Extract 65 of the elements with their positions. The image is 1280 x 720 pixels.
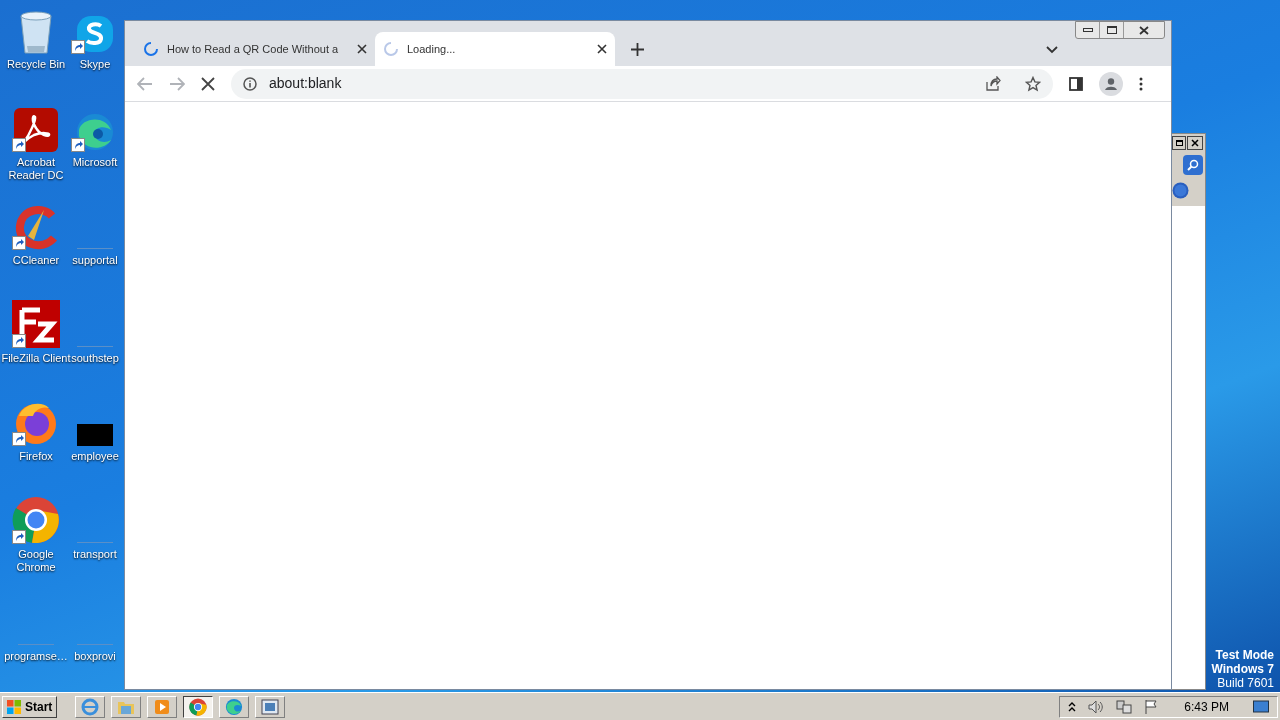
close-icon <box>1139 25 1149 35</box>
tab-title: How to Read a QR Code Without a <box>167 41 340 57</box>
tab-search-chevron-icon[interactable] <box>1046 46 1058 54</box>
menu-dots-icon[interactable] <box>1139 76 1143 91</box>
search-icon <box>1187 159 1199 171</box>
blank-file-icon <box>77 345 113 348</box>
loading-spinner-icon <box>143 41 159 57</box>
desktop-icon-label[interactable]: programse… <box>4 650 68 663</box>
desktop-icon-label[interactable]: CCleaner <box>12 254 60 267</box>
chrome-logo-icon <box>12 496 60 544</box>
new-tab-icon[interactable] <box>631 43 644 56</box>
filezilla-logo-icon <box>12 300 60 348</box>
blank-file-icon <box>18 643 54 646</box>
acrobat-logo-icon <box>14 108 58 152</box>
edge-logo-icon <box>75 112 115 152</box>
test-mode-text: Windows 7 <box>1211 662 1274 676</box>
search-button[interactable] <box>1183 155 1203 175</box>
side-panel-icon[interactable] <box>1069 76 1083 91</box>
info-icon <box>243 76 257 91</box>
close-icon <box>1191 139 1199 147</box>
desktop-icon-label[interactable]: Microsoft <box>72 156 118 169</box>
windows-logo-icon <box>7 699 21 714</box>
recycle-bin-icon <box>19 10 53 54</box>
profile-avatar-icon[interactable] <box>1099 71 1123 96</box>
speaker-icon[interactable] <box>1088 699 1105 714</box>
close-button[interactable] <box>1187 136 1203 150</box>
test-mode-text: Build 7601 <box>1217 676 1274 690</box>
close-tab-icon[interactable] <box>597 44 607 54</box>
network-icon[interactable] <box>1116 698 1133 715</box>
desktop-icon-label[interactable]: employee <box>71 450 119 463</box>
thumbnail-icon <box>77 424 113 446</box>
desktop-icon-label[interactable]: Acrobat Reader DC <box>0 156 72 182</box>
desktop-icon-label[interactable]: Google Chrome <box>0 548 72 574</box>
chrome-icon[interactable] <box>189 697 208 716</box>
desktop-icon-label[interactable]: FileZilla Client <box>1 352 71 365</box>
start-button[interactable]: Start <box>2 695 58 718</box>
show-desktop-icon[interactable] <box>1253 699 1269 714</box>
tab-title: Loading... <box>407 41 457 57</box>
ccleaner-logo-icon <box>14 206 58 250</box>
taskbar-app-button[interactable] <box>183 695 214 718</box>
share-icon[interactable] <box>985 76 1001 91</box>
loading-spinner-icon <box>383 41 399 57</box>
skype-logo-icon <box>75 14 115 54</box>
blank-file-icon <box>77 541 113 544</box>
clock-time[interactable]: 6:43 PM <box>1184 697 1229 716</box>
blank-file-icon <box>77 247 113 250</box>
test-mode-text: Test Mode <box>1215 648 1274 662</box>
browser-tab[interactable]: Loading... <box>375 32 615 66</box>
browser-tab[interactable]: How to Read a QR Code Without a <box>135 32 375 66</box>
star-icon[interactable] <box>1025 75 1041 92</box>
maximize-button[interactable] <box>1172 136 1186 150</box>
desktop-icon-label[interactable]: Firefox <box>19 450 53 463</box>
address-text: about:blank <box>269 74 343 93</box>
show-hidden-icons-icon[interactable] <box>1068 701 1077 712</box>
desktop-icon-label[interactable]: Recycle Bin <box>6 58 66 71</box>
desktop-icon-label[interactable]: boxprovi <box>74 650 116 663</box>
screen-capture-icon[interactable] <box>261 698 280 715</box>
desktop-icon-label[interactable]: Skype <box>79 58 111 71</box>
blank-file-icon <box>77 643 113 646</box>
stop-loading-icon[interactable] <box>201 76 215 91</box>
desktop-icon-label[interactable]: transport <box>73 548 117 561</box>
desktop-icon-label[interactable]: southstep <box>71 352 119 365</box>
close-tab-icon[interactable] <box>357 44 367 54</box>
address-bar[interactable]: about:blank <box>231 68 1053 99</box>
desktop-icon-label[interactable]: supportal <box>72 254 118 267</box>
